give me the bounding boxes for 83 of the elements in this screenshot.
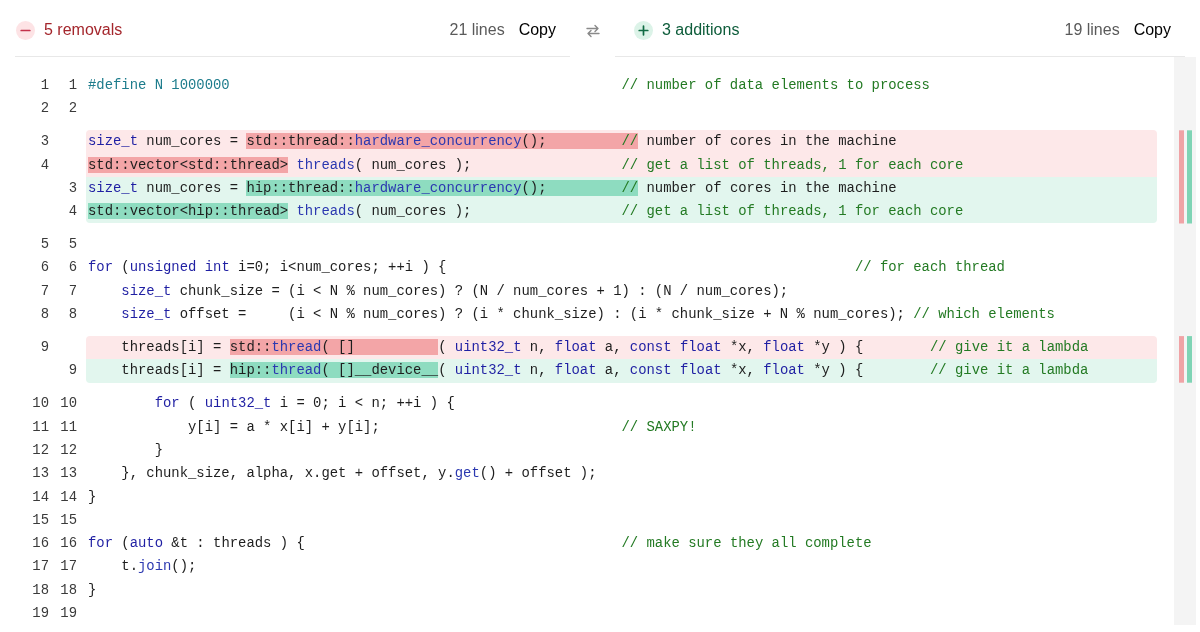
- line-number: 15: [60, 511, 77, 528]
- line-number: 1: [40, 77, 49, 93]
- line-number: 7: [40, 282, 49, 299]
- line-number: 11: [32, 418, 49, 435]
- code-text: y[i] = a * x[i] + y[i];: [188, 418, 380, 435]
- line-number: 13: [60, 465, 77, 482]
- code-text: // make sure they all complete: [621, 535, 872, 552]
- line-number: 12: [32, 441, 49, 458]
- line-number: 12: [60, 441, 77, 458]
- changed-code: hip::thread( []__device__: [229, 362, 439, 379]
- changed-code: std::vector<std::thread>: [88, 156, 289, 173]
- code-text: threads( num_cores );: [295, 203, 472, 220]
- line-number: 8: [68, 306, 77, 323]
- code-text: for (unsigned int i=0; i<num_cores; ++i ) {: [88, 259, 447, 276]
- line-number: 3: [40, 133, 49, 150]
- line-number: 16: [60, 535, 77, 552]
- code-text: for (auto &t : threads ) {: [88, 535, 305, 552]
- line-number: 5: [68, 236, 77, 253]
- code-text: threads[i] =: [121, 339, 223, 356]
- line-number: 7: [68, 282, 77, 299]
- code-text: threads( num_cores );: [295, 156, 472, 173]
- code-text: t.join();: [121, 558, 197, 575]
- line-number: 18: [60, 581, 77, 598]
- line-number: 10: [32, 395, 49, 412]
- line-count: 19 lines: [1064, 21, 1120, 39]
- code-text: ( uint32_t n, float a, const float *x, float *y ) {: [438, 339, 864, 356]
- line-number: 19: [60, 605, 77, 621]
- code-text: threads[i] =: [121, 362, 223, 379]
- line-number: 15: [32, 511, 49, 528]
- code-text: // give it a lambda: [930, 339, 1089, 356]
- line-count: 21 lines: [449, 21, 505, 39]
- line-number: 17: [32, 558, 49, 575]
- code-text: // get a list of threads, 1 for each core: [621, 156, 964, 173]
- code-text: // give it a lambda: [930, 362, 1089, 379]
- swap-arrows-icon[interactable]: [584, 23, 601, 38]
- code-text: ( uint32_t n, float a, const float *x, float *y ) {: [438, 362, 864, 379]
- line-number: 10: [60, 395, 77, 412]
- changed-code: std::thread::hardware_concurrency(); //: [246, 133, 639, 150]
- line-number: 19: [32, 605, 49, 621]
- code-text: size_t num_cores =: [88, 179, 240, 196]
- code-text: number of cores in the machine: [645, 179, 897, 196]
- line-number: 17: [60, 558, 77, 575]
- changed-code: hip::thread::hardware_concurrency(); //: [246, 179, 639, 196]
- code-text: // for each thread: [854, 259, 1005, 276]
- line-number: 4: [68, 203, 77, 220]
- code-text: }: [88, 581, 97, 598]
- changed-code: std::vector<hip::thread>: [88, 203, 289, 220]
- plus-circle-icon: [634, 20, 653, 40]
- change-summary: 3 additions: [662, 21, 740, 39]
- minus-circle-icon: [16, 20, 35, 40]
- code-text: size_t offset = (i < N % num_cores) ? (i * chunk_size) : (i * chunk_size + N % num_cores); // which elements: [121, 306, 1055, 323]
- line-number: 4: [40, 156, 49, 173]
- line-number: 14: [60, 488, 77, 505]
- line-number: 6: [40, 259, 49, 276]
- code-text: // get a list of threads, 1 for each core: [621, 203, 964, 220]
- code-text: // SAXPY!: [621, 418, 697, 435]
- line-number: 14: [32, 488, 49, 505]
- copy-button[interactable]: Copy: [516, 19, 558, 41]
- code-text: // number of data elements to process: [621, 77, 930, 93]
- copy-button[interactable]: Copy: [1131, 19, 1173, 41]
- line-number: 16: [32, 535, 49, 552]
- line-number: 6: [68, 259, 77, 276]
- code-text: #define N 1000000: [88, 77, 230, 93]
- line-number: 1: [68, 77, 77, 93]
- line-number: 5: [40, 236, 49, 253]
- line-number: 2: [40, 100, 49, 117]
- line-number: 9: [40, 339, 49, 356]
- code-text: }: [88, 488, 97, 505]
- line-number: 3: [68, 179, 77, 196]
- code-text: size_t chunk_size = (i < N % num_cores) ? (N / num_cores + 1) : (N / num_cores);: [121, 282, 789, 299]
- line-number: 2: [68, 100, 77, 117]
- line-number: 18: [32, 581, 49, 598]
- line-number: 8: [40, 306, 49, 323]
- code-text: for ( uint32_t i = 0; i < n; ++i ) {: [154, 395, 455, 412]
- code-text: number of cores in the machine: [645, 133, 897, 150]
- code-text: }: [154, 441, 164, 458]
- line-number: 13: [32, 465, 49, 482]
- code-text: }, chunk_size, alpha, x.get + offset, y.get() + offset );: [121, 465, 597, 482]
- line-number: 9: [68, 362, 77, 379]
- line-number: 11: [60, 418, 77, 435]
- changed-code: std::thread( []: [229, 339, 439, 356]
- code-text: size_t num_cores =: [88, 133, 240, 150]
- change-summary: 5 removals: [44, 21, 123, 39]
